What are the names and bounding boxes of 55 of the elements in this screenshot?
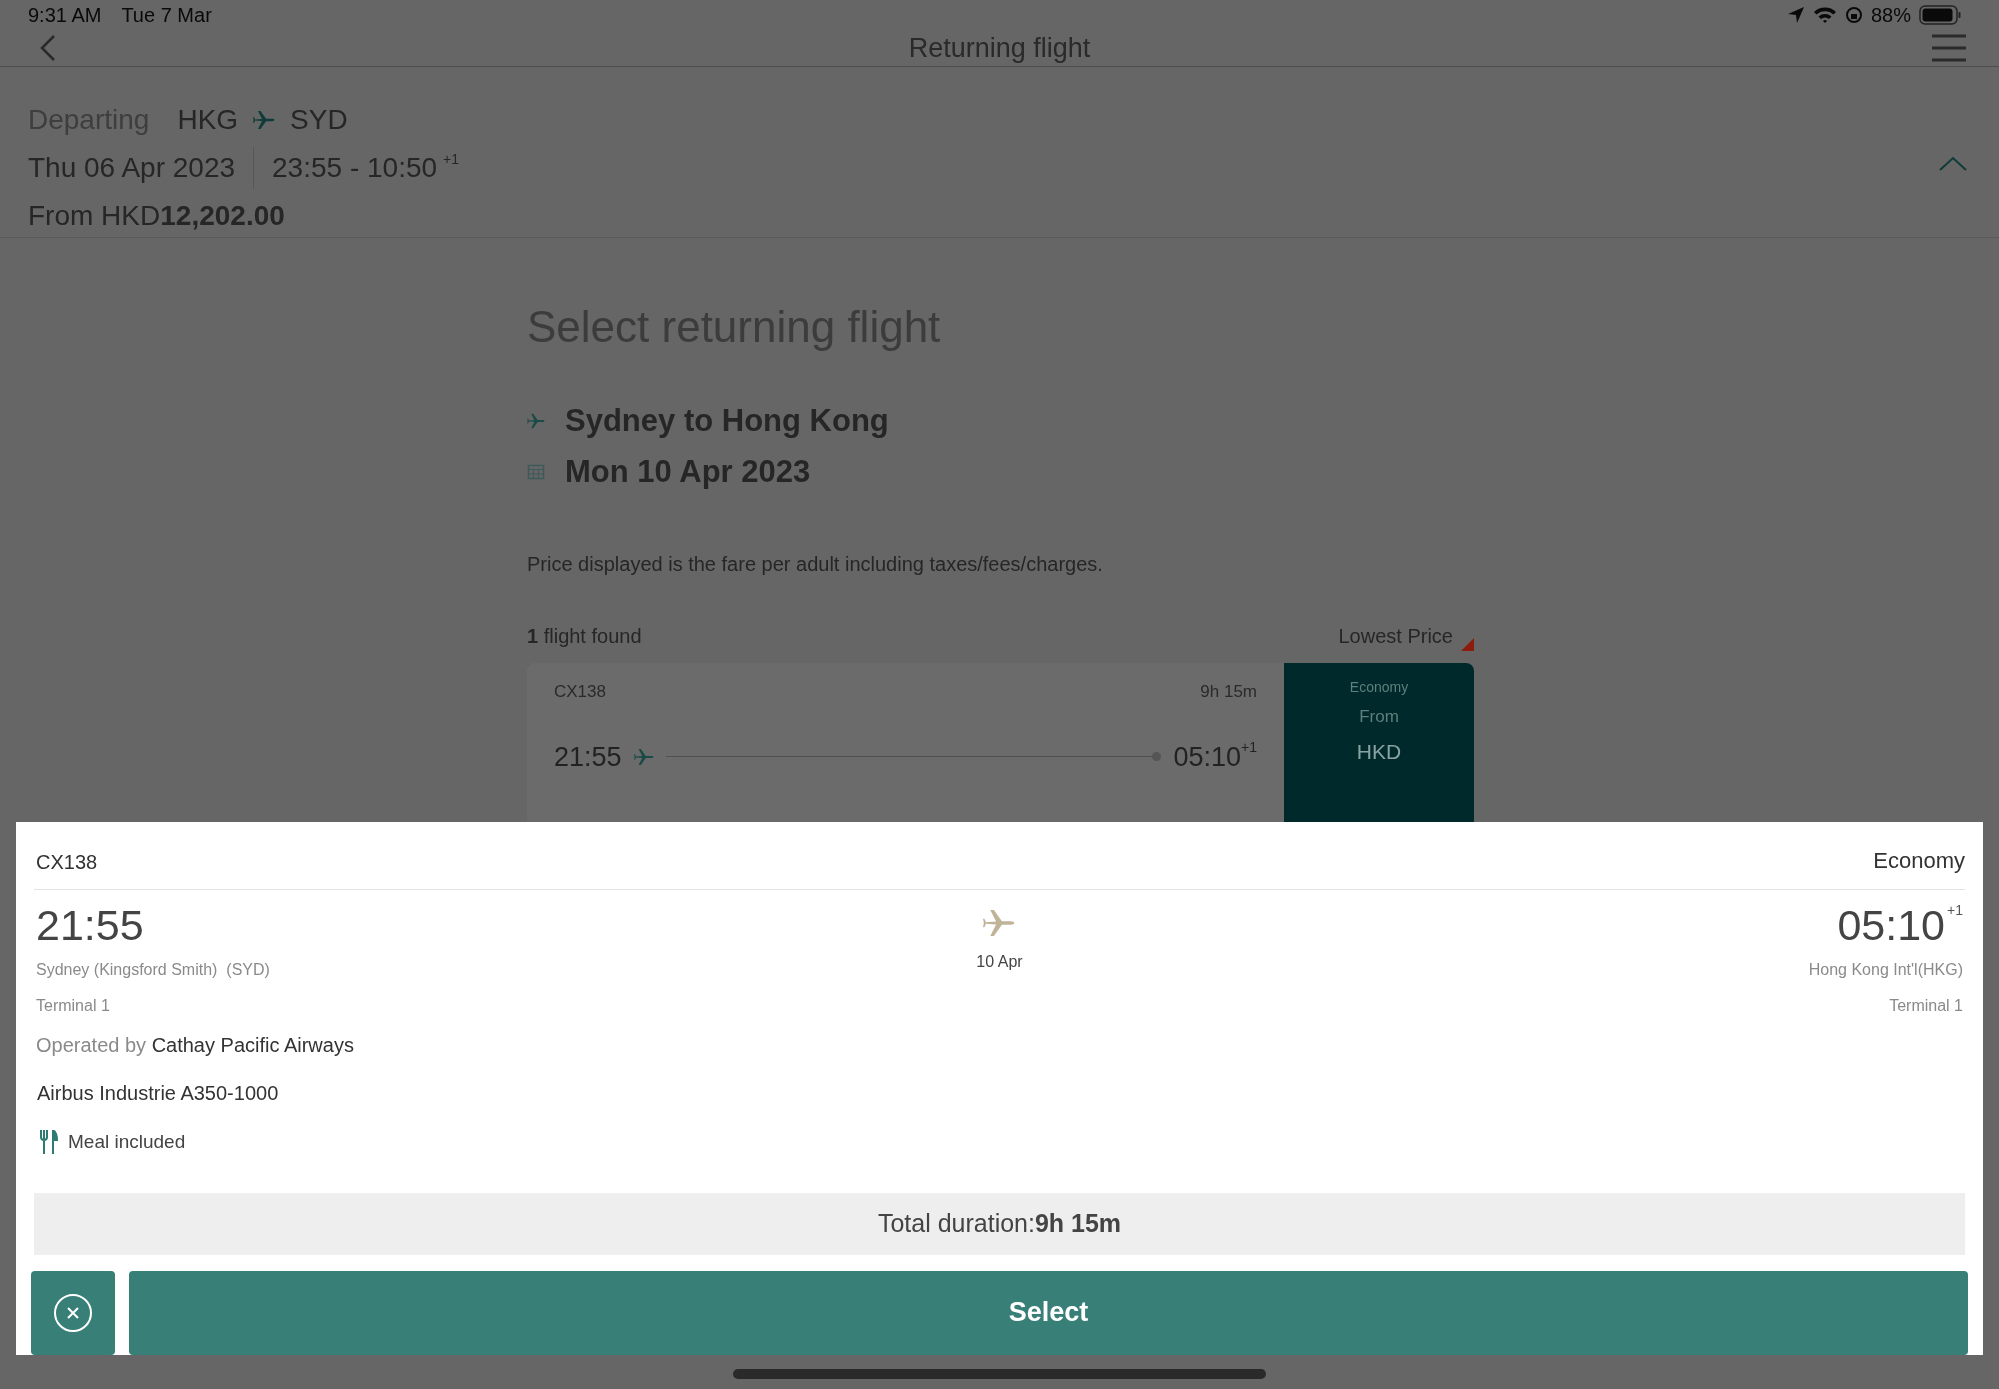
battery-percent: 88% [1870,3,1911,28]
triangle-icon [1461,638,1474,651]
fare-note: Price displayed is the fare per adult including taxes/fees/charges. [527,552,1104,577]
price-prefix: From HKD [28,199,161,233]
route-text: Sydney to Hong Kong [565,402,889,440]
from-label: From [1359,706,1399,728]
close-icon [53,1292,93,1333]
close-button[interactable] [31,1270,115,1355]
total-duration: Total duration:9h 15m [877,1207,1122,1239]
rotation-lock-icon [1844,6,1863,24]
arrival-airport: Hong Kong Int'l(HKG) [1808,960,1963,980]
day-offset: +1 [1241,737,1257,755]
back-icon [38,33,58,63]
flight-number: CX138 [554,681,606,703]
plane-icon [252,110,277,130]
arrival-terminal: Terminal 1 [1889,996,1963,1016]
chevron-icon [1938,156,1968,172]
select-button[interactable]: Select [129,1270,1968,1355]
wifi-icon [1812,6,1837,24]
currency-code: HKD [1356,738,1402,765]
arrival-time: 05:10 [1837,900,1945,951]
battery-icon [1919,5,1961,25]
day-offset: +1 [1947,901,1963,920]
fare-panel[interactable]: Economy From HKD [1284,663,1474,822]
plane-icon [983,908,1016,938]
day-offset: +1 [443,150,460,169]
cabin-class: Economy [1349,678,1409,697]
status-date: Tue 7 Mar [121,3,212,28]
location-icon [1786,6,1805,24]
results-count: 1 flight found [527,624,642,649]
status-time: 9:31 AM [28,3,102,28]
cutlery-icon [40,1130,58,1155]
departing-date: Thu 06 Apr 2023 [28,147,255,189]
calendar-icon [527,463,545,480]
departure-airport: Sydney (Kingsford Smith) (SYD) [36,960,271,980]
operator-text: Operated by Cathay Pacific Airways [35,1033,354,1058]
departing-times: 23:55 - 10:50 [271,151,438,185]
flight-duration: 9h 15m [1200,681,1257,703]
departure-time: 21:55 [36,900,145,951]
origin-code: HKG [177,103,239,137]
plane-icon [633,747,654,766]
destination-code: SYD [290,103,348,137]
departure-time: 21:55 [554,740,622,774]
plane-icon [527,413,545,430]
aircraft-type: Airbus Industrie A350-1000 [36,1081,279,1106]
departing-price: 12,202.00 [160,199,285,233]
page-title: Returning flight [908,31,1091,65]
departure-terminal: Terminal 1 [36,996,111,1016]
flight-date: 10 Apr [976,952,1023,972]
meal-info: Meal included [68,1130,186,1154]
arrival-time: 05:10 [1173,740,1242,774]
cabin-class: Economy [1873,847,1965,875]
travel-date: Mon 10 Apr 2023 [565,452,811,491]
flight-number: CX138 [35,850,98,875]
menu-icon [1931,34,1967,62]
